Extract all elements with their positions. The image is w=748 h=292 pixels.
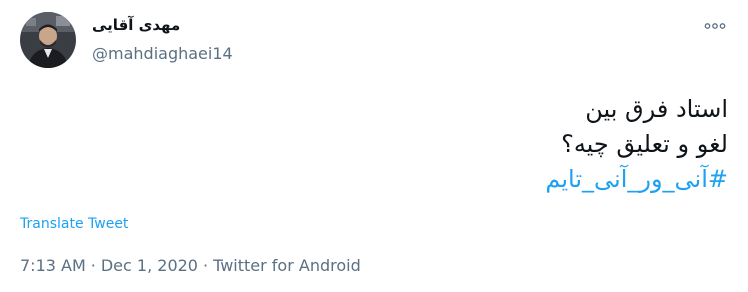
meta-separator: ·	[90, 256, 96, 275]
hashtag-link[interactable]: #آنی_ور_آنی_تایم	[545, 162, 728, 197]
user-avatar-icon	[20, 12, 76, 68]
tweet-text: استاد فرق بین لغو و تعلیق چیه؟ #آنی_ور_آ…	[88, 92, 728, 197]
more-horizontal-icon	[704, 23, 726, 29]
translate-tweet-link[interactable]: Translate Tweet	[20, 216, 128, 232]
tweet-card: مهدی آقایی @mahdiaghaei14 استاد فرق بین …	[0, 0, 748, 292]
author-handle[interactable]: @mahdiaghaei14	[92, 44, 233, 63]
tweet-text-line: استاد فرق بین	[585, 95, 728, 123]
tweet-text-line: لغو و تعلیق چیه؟	[561, 130, 728, 158]
meta-separator: ·	[202, 256, 209, 275]
tweet-metadata: 7:13 AM · Dec 1, 2020 · Twitter for Android	[20, 256, 361, 275]
tweet-time[interactable]: 7:13 AM	[20, 256, 86, 275]
author-display-name[interactable]: مهدی آقایی	[92, 16, 180, 34]
tweet-source[interactable]: Twitter for Android	[213, 256, 361, 275]
tweet-date[interactable]: Dec 1, 2020	[101, 256, 198, 275]
more-options-button[interactable]	[700, 16, 730, 36]
avatar[interactable]	[20, 12, 76, 68]
